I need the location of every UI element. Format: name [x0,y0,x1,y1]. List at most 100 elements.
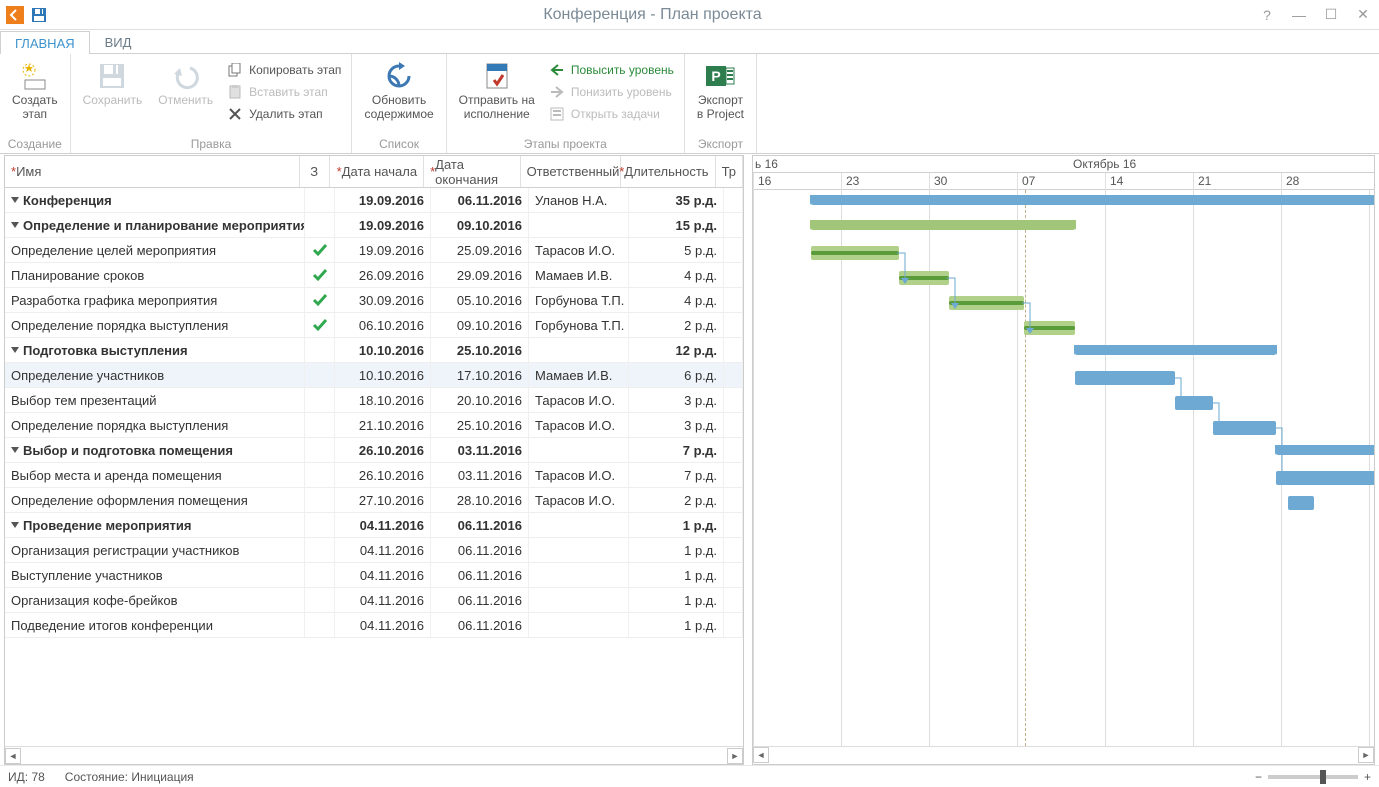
delete-stage-button[interactable]: Удалить этап [223,104,345,124]
gantt-body[interactable] [753,190,1374,746]
grid-body[interactable]: Конференция19.09.201606.11.2016Уланов Н.… [5,188,743,746]
gantt-task-bar[interactable] [811,246,899,260]
group-label-edit: Правка [77,135,346,151]
copy-stage-button[interactable]: Копировать этап [223,60,345,80]
dependency-arrow [1022,303,1040,338]
col-name[interactable]: *Имя [5,156,300,187]
grid-panel: *Имя З *Дата начала *Дата окончания Отве… [4,155,744,765]
table-row[interactable]: Планирование сроков26.09.201629.09.2016М… [5,263,743,288]
level-down-button: Понизить уровень [545,82,678,102]
table-row[interactable]: Выбор тем презентаций18.10.201620.10.201… [5,388,743,413]
refresh-button[interactable]: Обновить содержимое [358,58,439,124]
undo-label: Отменить [158,94,213,108]
col-duration[interactable]: *Длительность [621,156,716,187]
status-id: ИД: 78 [8,770,45,784]
zoom-control[interactable]: − + [1255,770,1371,784]
table-row[interactable]: Организация кофе-брейков04.11.201606.11.… [5,588,743,613]
gantt-summary-bar[interactable] [811,195,1375,205]
table-row[interactable]: Организация регистрации участников04.11.… [5,538,743,563]
grid-hscroll[interactable]: ◄► [5,746,743,764]
dependency-arrow [1173,378,1191,413]
help-button[interactable]: ? [1251,0,1283,30]
new-stage-icon [19,60,51,92]
title-bar: Конференция - План проекта ? — ☐ ✕ [0,0,1379,30]
copy-icon [227,62,243,78]
table-row[interactable]: Разработка графика мероприятия30.09.2016… [5,288,743,313]
send-execute-button[interactable]: Отправить на исполнение [453,58,541,124]
group-label-export: Экспорт [691,135,750,151]
gantt-summary-bar[interactable] [1075,345,1276,355]
paste-icon [227,84,243,100]
gantt-panel: ь 16 Октябрь 16 16233007142128 ◄► [752,155,1375,765]
table-row[interactable]: Определение целей мероприятия19.09.20162… [5,238,743,263]
status-state: Состояние: Инициация [65,770,194,784]
save-button: Сохранить [77,58,149,110]
col-status[interactable]: З [300,156,330,187]
table-row[interactable]: Подготовка выступления10.10.201625.10.20… [5,338,743,363]
gantt-task-bar[interactable] [1075,371,1176,385]
dependency-arrow [1211,403,1229,438]
project-icon: P [704,60,736,92]
col-start[interactable]: *Дата начала [330,156,425,187]
group-label-list: Список [358,135,439,151]
ribbon-tabs: ГЛАВНАЯ ВИД [0,30,1379,54]
delete-icon [227,106,243,122]
table-row[interactable]: Выступление участников04.11.201606.11.20… [5,563,743,588]
send-label: Отправить на исполнение [459,94,535,122]
table-row[interactable]: Конференция19.09.201606.11.2016Уланов Н.… [5,188,743,213]
arrow-left-icon [549,62,565,78]
table-row[interactable]: Определение порядка выступления21.10.201… [5,413,743,438]
open-tasks-icon [549,106,565,122]
dependency-arrow [1274,428,1292,488]
save-label: Сохранить [83,94,143,108]
ribbon: Создать этап Создание Сохранить Отменить [0,54,1379,154]
undo-button: Отменить [152,58,219,110]
group-label-create: Создание [6,135,64,151]
undo-icon [170,60,202,92]
window-title: Конференция - План проекта [54,6,1251,24]
export-project-button[interactable]: P Экспорт в Project [691,58,750,124]
gantt-timeline-weeks: 16233007142128 [753,173,1374,190]
col-end[interactable]: *Дата окончания [424,156,520,187]
create-stage-label: Создать этап [12,94,58,122]
arrow-right-icon [549,84,565,100]
gantt-hscroll[interactable]: ◄► [753,746,1374,764]
export-label: Экспорт в Project [697,94,744,122]
svg-text:P: P [712,68,721,84]
gantt-timeline-months: ь 16 Октябрь 16 [753,156,1374,173]
grid-header: *Имя З *Дата начала *Дата окончания Отве… [5,156,743,188]
dependency-arrow [947,278,965,313]
gantt-task-bar[interactable] [1288,496,1313,510]
table-row[interactable]: Проведение мероприятия04.11.201606.11.20… [5,513,743,538]
col-extra[interactable]: Тр [716,156,743,187]
maximize-button[interactable]: ☐ [1315,0,1347,30]
table-row[interactable]: Определение порядка выступления06.10.201… [5,313,743,338]
group-label-stages: Этапы проекта [453,135,678,151]
refresh-icon [383,60,415,92]
zoom-out-icon[interactable]: − [1255,770,1262,784]
open-tasks-button: Открыть задачи [545,104,678,124]
save-icon[interactable] [30,6,48,24]
status-bar: ИД: 78 Состояние: Инициация − + [0,765,1379,787]
refresh-label: Обновить содержимое [364,94,433,122]
table-row[interactable]: Определение и планирование мероприятия19… [5,213,743,238]
table-row[interactable]: Подведение итогов конференции04.11.20160… [5,613,743,638]
create-stage-button[interactable]: Создать этап [6,58,64,124]
table-row[interactable]: Определение участников10.10.201617.10.20… [5,363,743,388]
tab-view[interactable]: ВИД [90,30,147,53]
dependency-arrow [897,253,915,288]
zoom-in-icon[interactable]: + [1364,770,1371,784]
table-row[interactable]: Выбор места и аренда помещения26.10.2016… [5,463,743,488]
col-resp[interactable]: Ответственный [521,156,621,187]
close-button[interactable]: ✕ [1347,0,1379,30]
gantt-summary-bar[interactable] [811,220,1075,230]
send-icon [481,60,513,92]
table-row[interactable]: Определение оформления помещения27.10.20… [5,488,743,513]
table-row[interactable]: Выбор и подготовка помещения26.10.201603… [5,438,743,463]
save-big-icon [96,60,128,92]
paste-stage-button: Вставить этап [223,82,345,102]
app-icon[interactable] [6,6,24,24]
minimize-button[interactable]: — [1283,0,1315,30]
level-up-button[interactable]: Повысить уровень [545,60,678,80]
tab-main[interactable]: ГЛАВНАЯ [0,31,90,54]
